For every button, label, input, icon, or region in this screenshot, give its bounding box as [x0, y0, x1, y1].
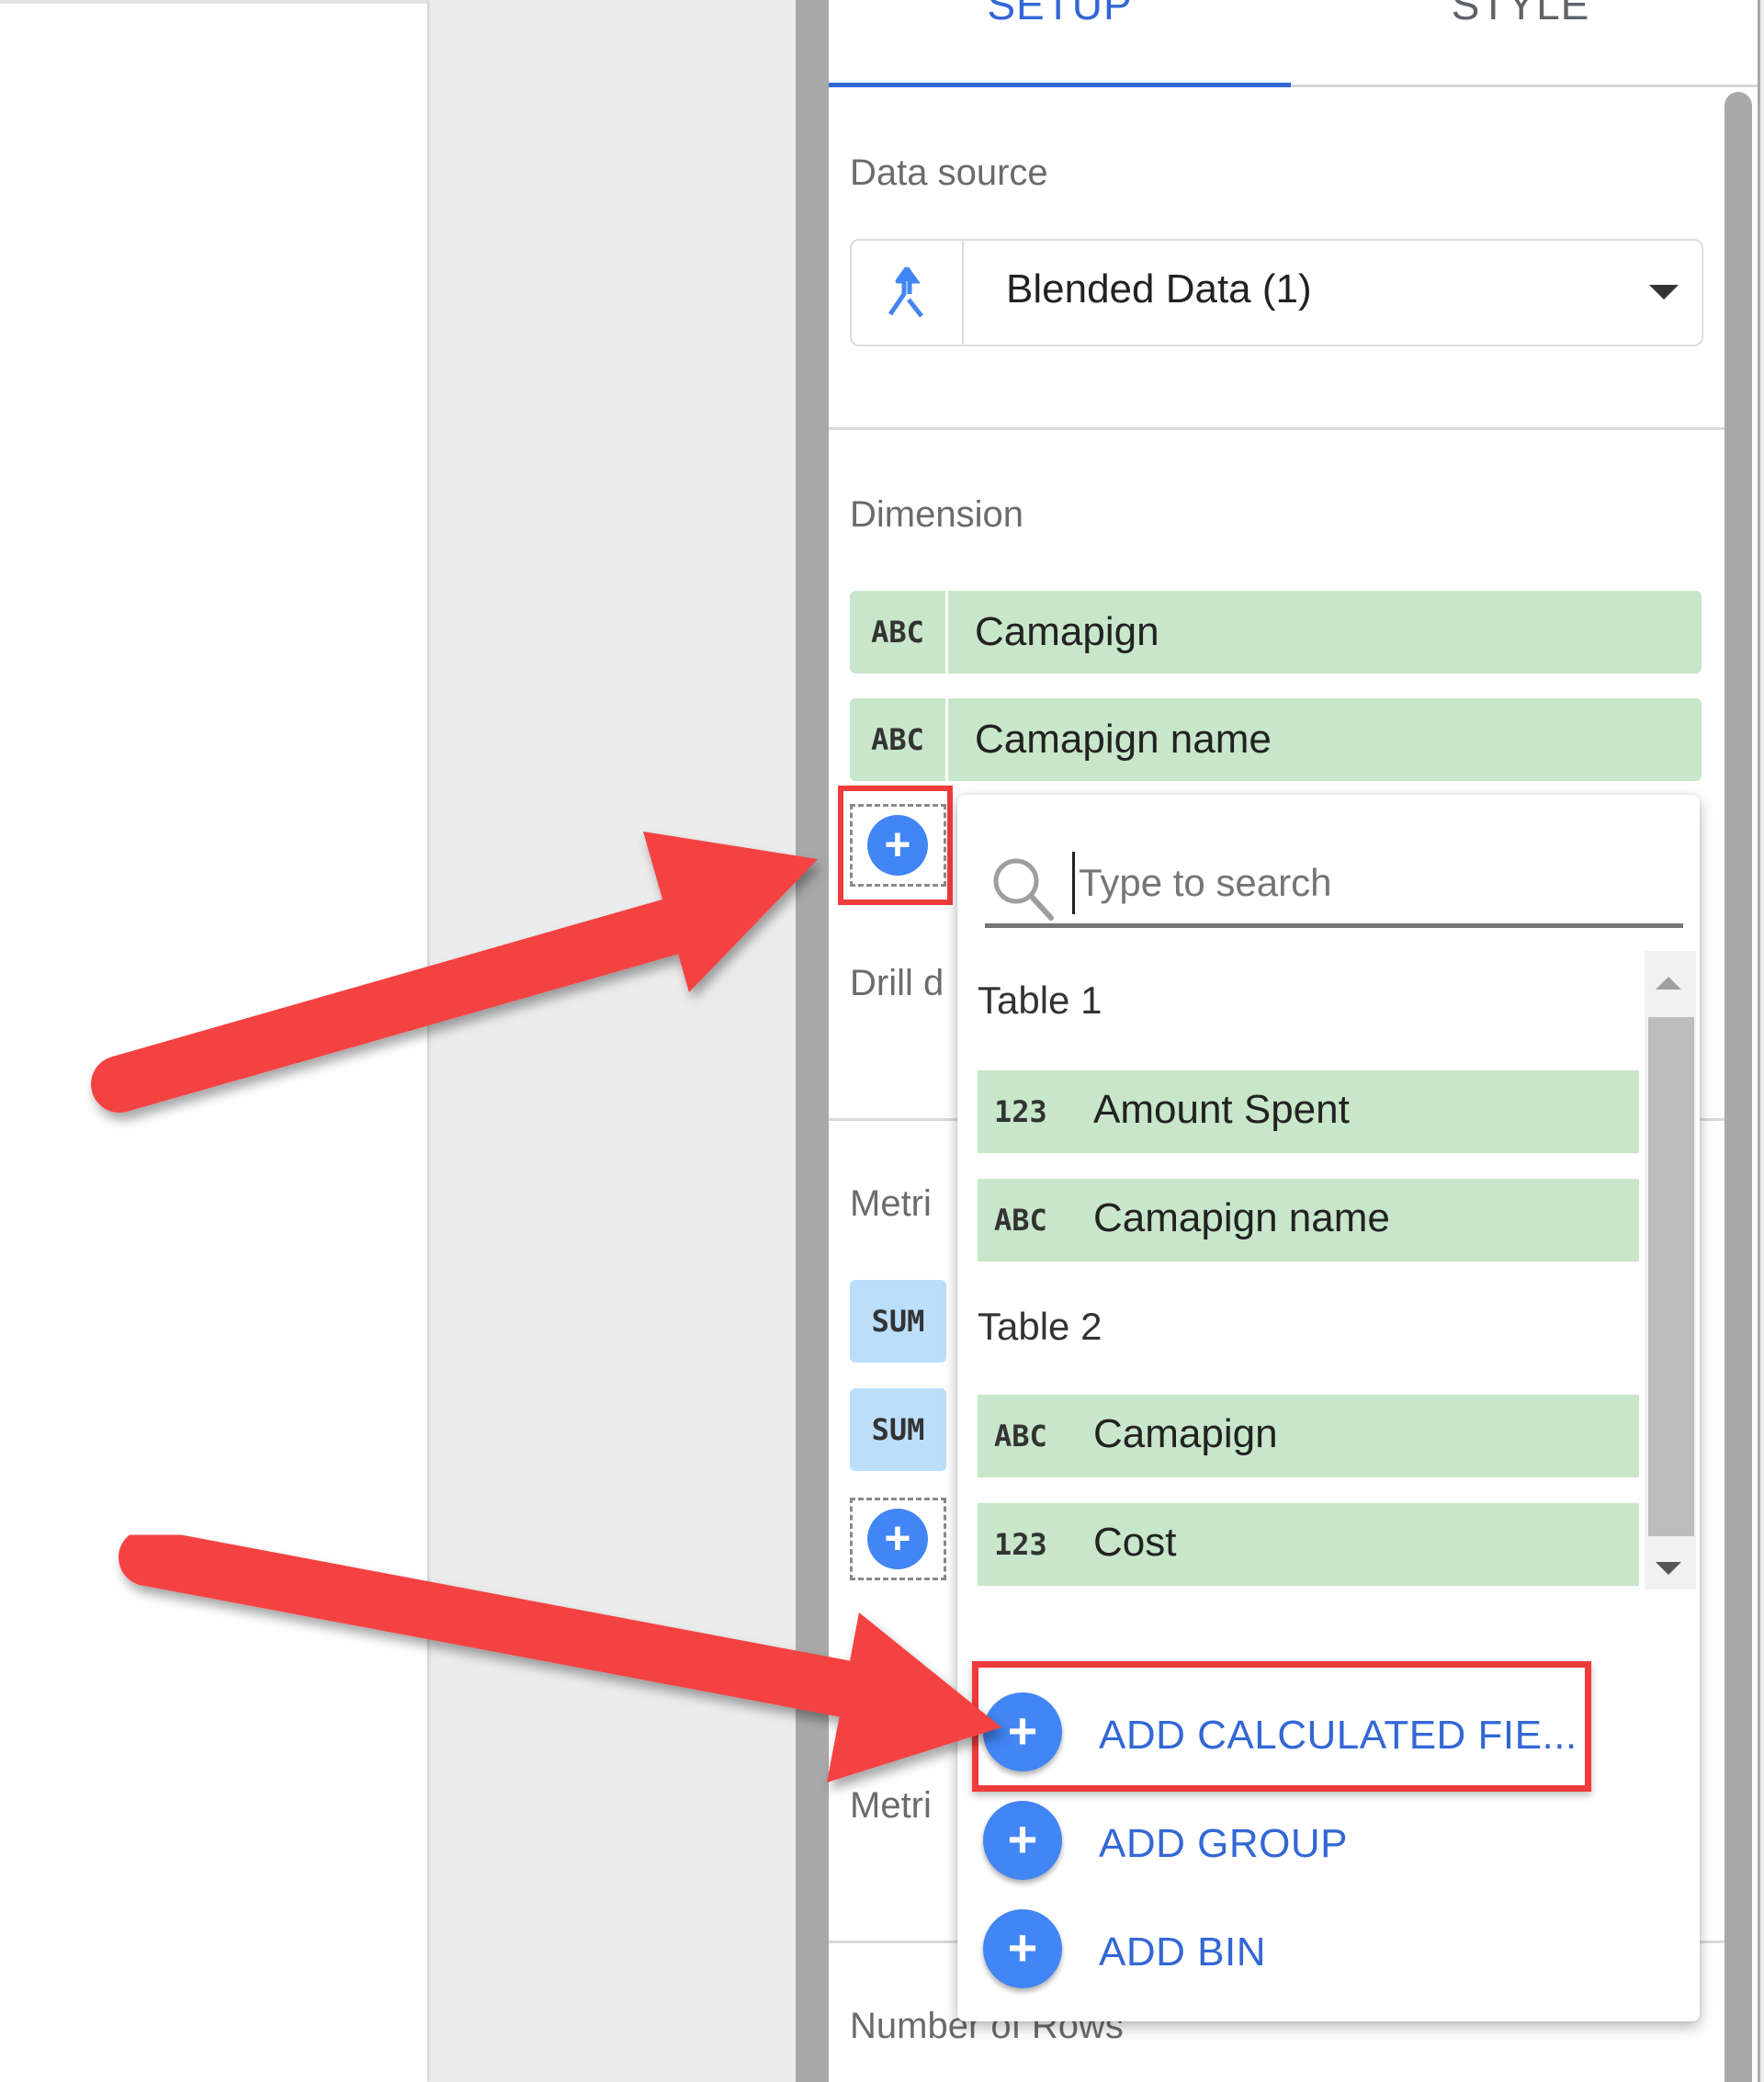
field-list-scrollbar[interactable]: [1645, 951, 1696, 1590]
canvas-top-edge: [0, 0, 427, 4]
metric-chip-aggregation[interactable]: SUM: [850, 1280, 946, 1363]
field-option[interactable]: 123 Amount Spent: [978, 1070, 1639, 1153]
tab-setup[interactable]: SETUP: [829, 0, 1291, 62]
data-source-value: Blended Data (1): [1006, 266, 1312, 311]
section-divider: [829, 427, 1724, 430]
field-option-name: Camapign: [1093, 1411, 1278, 1456]
metric-chip-aggregation[interactable]: SUM: [850, 1388, 946, 1471]
caret-down-icon: [1649, 285, 1679, 300]
number-type-icon: 123: [994, 1094, 1047, 1129]
add-metric-button[interactable]: +: [850, 1498, 946, 1580]
data-source-label: Data source: [850, 153, 1048, 193]
tab-style[interactable]: STYLE: [1291, 0, 1750, 62]
plus-icon: +: [983, 1801, 1062, 1880]
dimension-chip-name: Camapign name: [975, 717, 1272, 762]
annotation-highlight-box: [838, 786, 953, 905]
plus-icon: +: [983, 1909, 1062, 1988]
blend-icon: [888, 266, 923, 318]
active-tab-indicator: [829, 83, 1291, 87]
field-option[interactable]: 123 Cost: [978, 1503, 1639, 1586]
field-option-name: Amount Spent: [1093, 1087, 1350, 1132]
data-source-icon-cell: [852, 241, 964, 345]
annotation-highlight-box: [972, 1661, 1591, 1792]
text-type-icon: ABC: [994, 1419, 1047, 1454]
field-option[interactable]: ABC Camapign name: [978, 1179, 1639, 1262]
panel-scrollbar[interactable]: [1724, 92, 1752, 2082]
field-option[interactable]: ABC Camapign: [978, 1395, 1639, 1477]
scroll-down-arrow-icon[interactable]: [1656, 1562, 1681, 1575]
dimension-label: Dimension: [850, 494, 1023, 535]
group-label-table-2: Table 2: [978, 1305, 1102, 1348]
dimension-chip-name: Camapign: [975, 609, 1159, 654]
dimension-chip[interactable]: ABC Camapign: [850, 591, 1702, 673]
field-search-input[interactable]: [1072, 852, 1678, 914]
scroll-up-arrow-icon[interactable]: [1656, 977, 1681, 990]
group-label-table-1: Table 1: [978, 979, 1102, 1022]
search-underline: [985, 923, 1683, 928]
data-source-dropdown[interactable]: Blended Data (1): [850, 239, 1703, 346]
action-label: ADD BIN: [1099, 1929, 1266, 1975]
text-type-icon: ABC: [994, 1203, 1047, 1238]
report-canvas[interactable]: [0, 0, 427, 2082]
action-label: ADD GROUP: [1099, 1821, 1348, 1866]
field-picker-popup: Table 1 123 Amount Spent ABC Camapign na…: [957, 795, 1700, 2021]
scrollbar-thumb[interactable]: [1648, 1017, 1694, 1536]
metric-label: Metri: [850, 1183, 932, 1224]
dimension-chip[interactable]: ABC Camapign name: [850, 698, 1702, 781]
number-type-icon: 123: [994, 1527, 1047, 1562]
drill-down-label: Drill d: [850, 963, 944, 1003]
field-option-name: Cost: [1093, 1520, 1177, 1565]
plus-icon: +: [867, 1509, 928, 1569]
text-type-icon: ABC: [850, 591, 948, 673]
panel-splitter[interactable]: [796, 0, 829, 2082]
field-option-name: Camapign name: [1093, 1195, 1390, 1240]
text-type-icon: ABC: [850, 698, 948, 781]
metric-section-label: Metri: [850, 1785, 932, 1826]
search-icon: [993, 858, 1054, 921]
